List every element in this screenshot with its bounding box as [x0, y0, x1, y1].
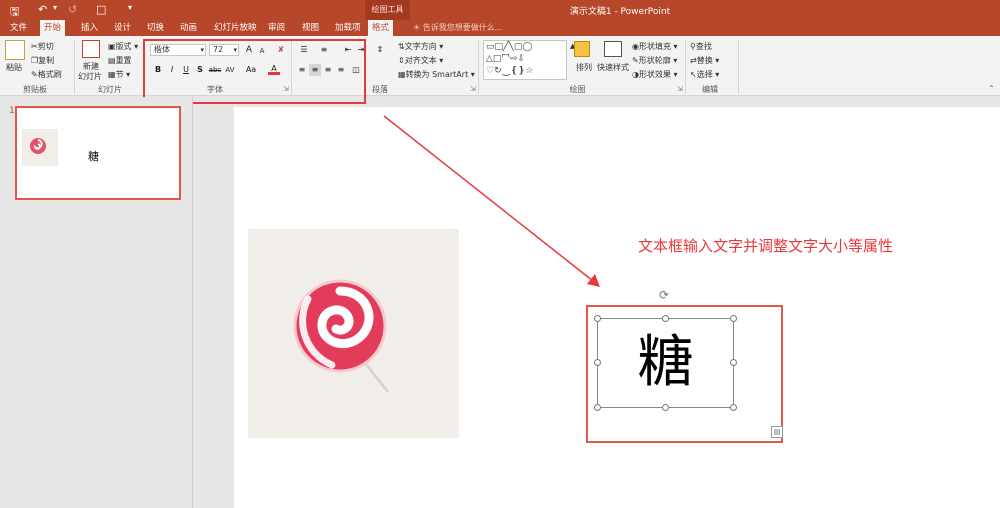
resize-handle[interactable] — [594, 359, 601, 366]
textbox-text[interactable]: 糖 — [597, 328, 734, 398]
layout-options-icon[interactable]: ▤ — [771, 426, 783, 438]
resize-handle[interactable] — [730, 404, 737, 411]
resize-handle[interactable] — [594, 315, 601, 322]
rotate-handle-icon[interactable]: ⟳ — [659, 288, 669, 302]
annotation-text: 文本框输入文字并调整文字大小等属性 — [638, 237, 894, 255]
resize-handle[interactable] — [730, 359, 737, 366]
resize-handle[interactable] — [662, 315, 669, 322]
resize-handle[interactable] — [594, 404, 601, 411]
resize-handle[interactable] — [730, 315, 737, 322]
resize-handle[interactable] — [662, 404, 669, 411]
